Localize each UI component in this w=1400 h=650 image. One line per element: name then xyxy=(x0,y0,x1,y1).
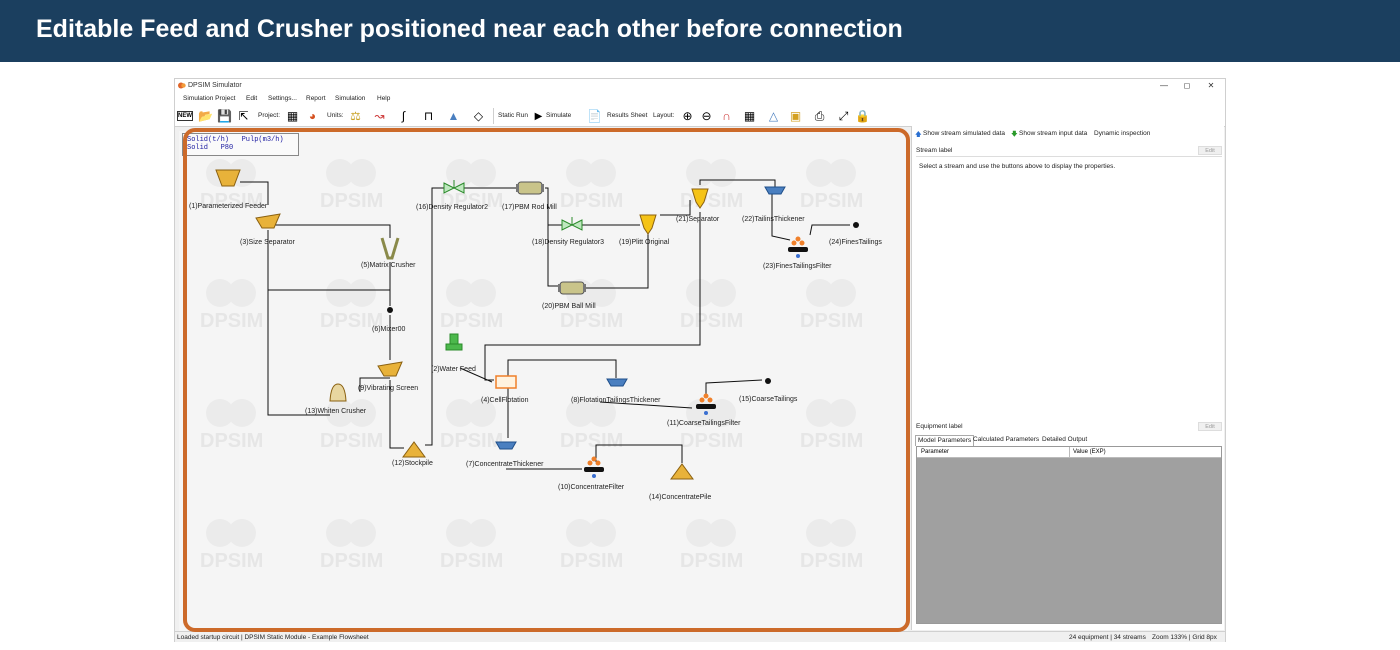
static-run-button[interactable]: Static Run xyxy=(498,112,528,119)
slide-banner: Editable Feed and Crusher positioned nea… xyxy=(0,0,1400,62)
results-sheet-button[interactable]: Results Sheet xyxy=(607,112,647,119)
col-value: Value (EXP) xyxy=(1073,449,1106,455)
results-sheet-icon[interactable]: 📄 xyxy=(586,108,603,124)
distribution-icon[interactable]: ⊓ xyxy=(420,108,437,124)
grid-icon[interactable]: ▦ xyxy=(741,108,758,124)
properties-panel: 🡅 Show stream simulated data 🡇 Show stre… xyxy=(911,126,1224,630)
col-parameter: Parameter xyxy=(921,449,950,455)
export-icon[interactable]: ⇱ xyxy=(235,108,252,124)
show-simulated-data-button[interactable]: Show stream simulated data xyxy=(923,130,1005,137)
play-icon[interactable]: ▶ xyxy=(530,108,547,124)
simulate-button[interactable]: Simulate xyxy=(546,112,571,119)
arrow-down-icon: 🡇 xyxy=(1011,131,1018,138)
parameters-table[interactable]: Parameter Value (EXP) xyxy=(916,446,1222,624)
zoom-in-icon[interactable]: ⊕ xyxy=(679,108,696,124)
image-icon[interactable]: ▣ xyxy=(787,108,804,124)
status-message: Loaded startup circuit | DPSIM Static Mo… xyxy=(177,634,369,641)
toolbar: NEW 📂 💾 ⇱ Project: ▦ ◕ Units: ⚖ ↝ ∫ ⊓ ▲ … xyxy=(175,105,1225,127)
stream-label-heading: Stream label xyxy=(916,147,953,154)
show-input-data-button[interactable]: Show stream input data xyxy=(1019,130,1087,137)
highlight-frame xyxy=(183,128,910,632)
arrow-up-icon: 🡅 xyxy=(915,131,922,138)
close-button[interactable]: ✕ xyxy=(1202,80,1220,92)
tab-model-parameters[interactable]: Model Parameters xyxy=(915,435,975,446)
equipment-edit-button[interactable]: Edit xyxy=(1198,422,1222,431)
units-label: Units: xyxy=(327,112,344,119)
column-divider xyxy=(1069,447,1070,458)
fullscreen-icon[interactable]: ⤢ xyxy=(835,108,852,124)
layout-label: Layout: xyxy=(653,112,675,119)
dynamic-inspection-button[interactable]: Dynamic inspection xyxy=(1094,130,1150,137)
menu-simulation-project[interactable]: Simulation Project xyxy=(183,95,235,102)
status-bar: Loaded startup circuit | DPSIM Static Mo… xyxy=(175,631,1225,642)
stream-hint: Select a stream and use the buttons abov… xyxy=(919,163,1116,170)
print-icon[interactable]: ⎙ xyxy=(811,108,828,124)
toolbar-divider xyxy=(493,108,494,124)
scatter-grid-icon[interactable]: ▦ xyxy=(284,108,301,124)
tab-calculated-parameters[interactable]: Calculated Parameters xyxy=(971,435,1041,446)
open-folder-icon[interactable]: 📂 xyxy=(197,108,214,124)
banner-title: Editable Feed and Crusher positioned nea… xyxy=(36,15,903,43)
menu-simulation[interactable]: Simulation xyxy=(335,95,365,102)
window-title: DPSIM Simulator xyxy=(188,82,242,89)
parameters-table-header: Parameter Value (EXP) xyxy=(917,447,1221,458)
menu-report[interactable]: Report xyxy=(306,95,326,102)
stream-edit-button[interactable]: Edit xyxy=(1198,146,1222,155)
align-icon[interactable]: △ xyxy=(765,108,782,124)
divider xyxy=(916,156,1222,157)
menu-settings[interactable]: Settings... xyxy=(268,95,297,102)
app-logo-icon xyxy=(178,82,186,89)
tab-detailed-output[interactable]: Detailed Output xyxy=(1040,435,1089,446)
menu-edit[interactable]: Edit xyxy=(246,95,257,102)
curve-icon[interactable]: ∫ xyxy=(395,108,412,124)
zoom-out-icon[interactable]: ⊖ xyxy=(698,108,715,124)
menu-bar: Simulation Project Edit Settings... Repo… xyxy=(175,93,1225,105)
magnet-icon[interactable]: ∩ xyxy=(718,108,735,124)
scale-units-icon[interactable]: ⚖ xyxy=(347,108,364,124)
maximize-button[interactable]: ◻ xyxy=(1178,80,1196,92)
density-icon[interactable]: ▲ xyxy=(445,108,462,124)
menu-help[interactable]: Help xyxy=(377,95,390,102)
status-equipment-count: 24 equipment | 34 streams xyxy=(1069,634,1146,641)
status-zoom: Zoom 133% | Grid 8px xyxy=(1152,634,1217,641)
diamond-icon[interactable]: ◇ xyxy=(470,108,487,124)
title-bar: DPSIM Simulator — ◻ ✕ xyxy=(175,79,1225,93)
minimize-button[interactable]: — xyxy=(1155,80,1173,92)
new-button[interactable]: NEW xyxy=(177,111,193,121)
equipment-label-heading: Equipment label xyxy=(916,423,963,430)
lock-icon[interactable]: 🔒 xyxy=(854,108,871,124)
save-icon[interactable]: 💾 xyxy=(216,108,233,124)
pie-chart-icon[interactable]: ◕ xyxy=(304,108,321,124)
project-label: Project: xyxy=(258,112,281,119)
flow-units-icon[interactable]: ↝ xyxy=(371,108,388,124)
